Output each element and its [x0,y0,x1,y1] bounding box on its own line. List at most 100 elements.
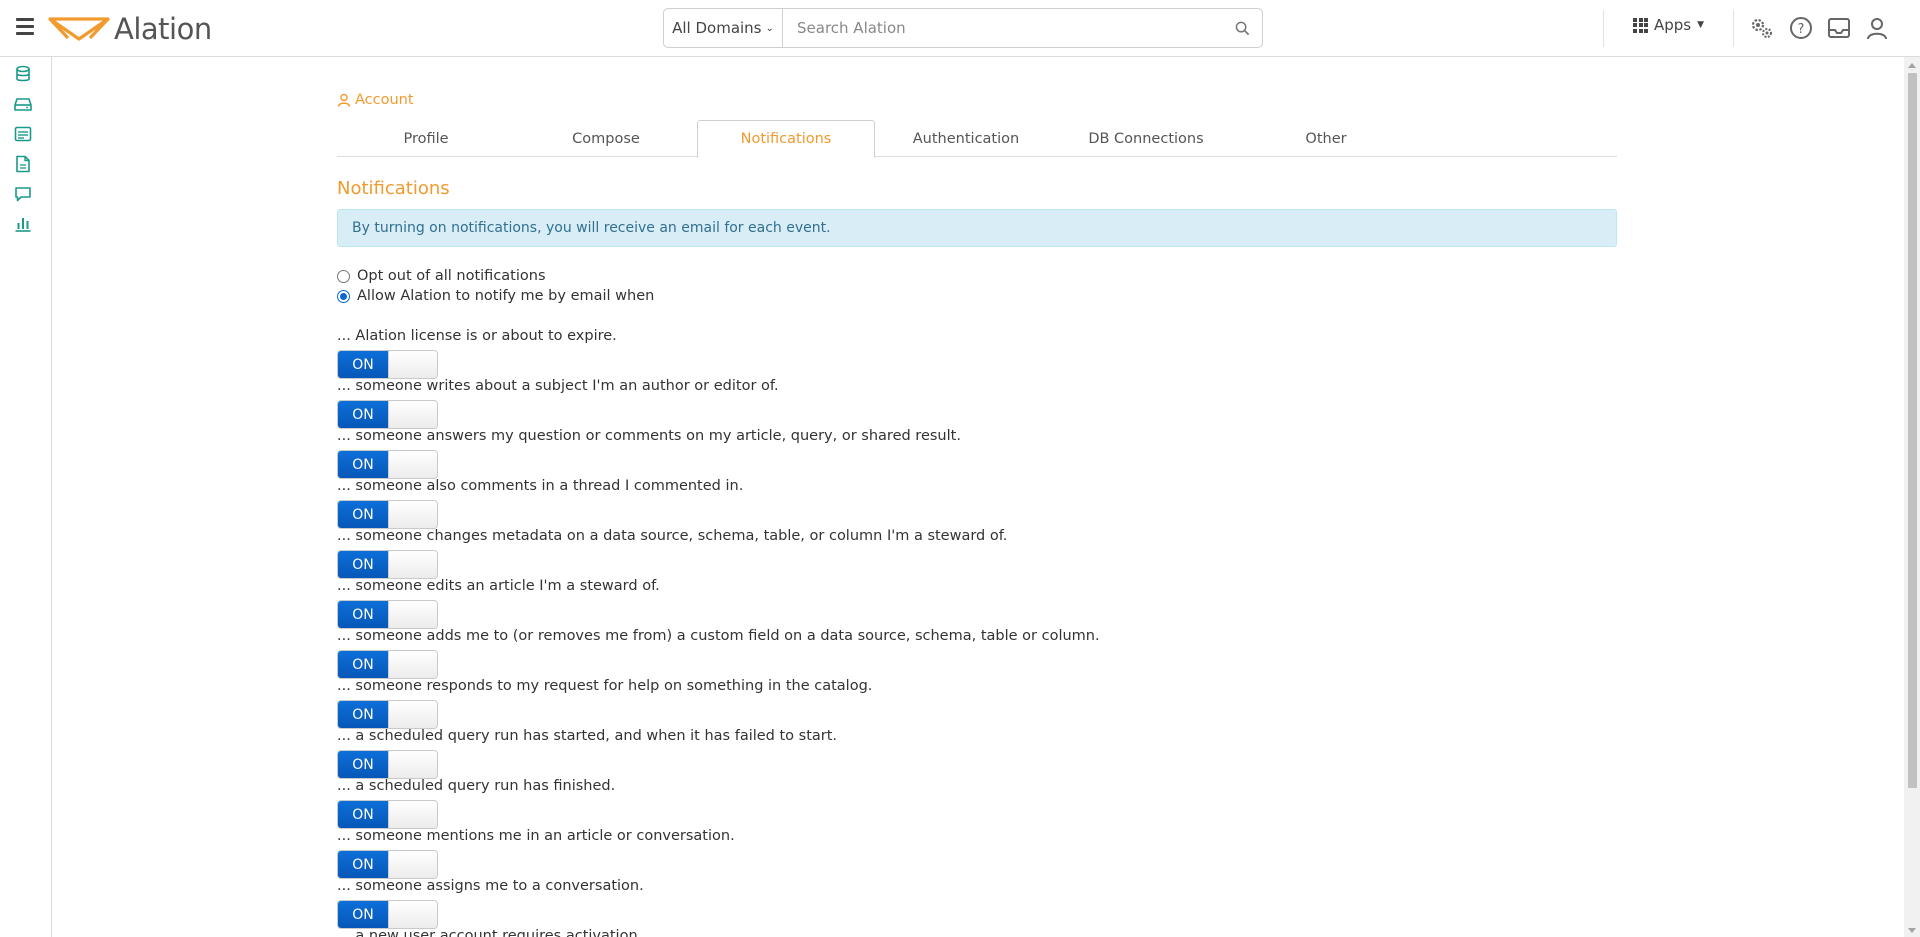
notification-toggle[interactable]: ON [337,800,438,829]
info-alert: By turning on notifications, you will re… [337,209,1617,247]
left-sidebar [0,57,52,937]
tab-authentication[interactable]: Authentication [877,120,1055,158]
toggle-on-label: ON [338,451,388,478]
toggle-handle [388,501,437,528]
document-icon[interactable] [14,155,32,173]
global-search: All Domains ⌄ [663,8,1263,48]
notification-toggle[interactable]: ON [337,750,438,779]
tab-compose[interactable]: Compose [517,120,695,158]
notification-label: ... someone edits an article I'm a stewa… [337,578,660,594]
toggle-on-label: ON [338,401,388,428]
tab-other[interactable]: Other [1237,120,1415,158]
breadcrumb-label: Account [355,92,414,108]
scroll-up-arrow-icon[interactable] [1908,63,1916,68]
menu-icon[interactable] [16,18,34,35]
storage-icon[interactable] [14,95,32,113]
toggle-handle [388,801,437,828]
notification-toggle[interactable]: ON [337,900,438,929]
alation-logo[interactable]: Alation [48,12,212,46]
account-tabs: Profile Compose Notifications Authentica… [337,120,1617,158]
toggle-on-label: ON [338,751,388,778]
navbar-divider [1603,10,1604,47]
tab-profile[interactable]: Profile [337,120,515,158]
notification-item: ... someone changes metadata on a data s… [337,527,1337,579]
chevron-down-icon: ⌄ [765,22,774,34]
apps-label: Apps [1654,16,1692,34]
notification-item: ... someone answers my question or comme… [337,427,1337,479]
alation-logo-mark-icon [48,17,110,41]
radio-label: Opt out of all notifications [357,268,546,284]
conversation-icon[interactable] [14,185,32,203]
info-alert-text: By turning on notifications, you will re… [352,220,831,236]
domain-select[interactable]: All Domains ⌄ [664,9,783,47]
help-icon[interactable]: ? [1787,14,1815,42]
breadcrumb-account[interactable]: Account [337,92,414,108]
notification-label: ... someone adds me to (or removes me fr… [337,628,1100,644]
radio-label: Allow Alation to notify me by email when [357,288,655,304]
notification-item: ... someone edits an article I'm a stewa… [337,577,1337,629]
apps-menu-button[interactable]: Apps ▼ [1633,16,1704,34]
toggle-handle [388,851,437,878]
notification-toggle[interactable]: ON [337,550,438,579]
scroll-down-arrow-icon[interactable] [1908,928,1916,933]
notification-label: ... Alation license is or about to expir… [337,328,617,344]
notification-toggle[interactable]: ON [337,850,438,879]
notification-toggle[interactable]: ON [337,350,438,379]
notification-label: ... someone also comments in a thread I … [337,478,744,494]
toggle-on-label: ON [338,651,388,678]
toggle-on-label: ON [338,851,388,878]
page-scrollbar[interactable] [1904,57,1920,937]
settings-gears-icon[interactable] [1748,14,1776,42]
notification-label: ... a scheduled query run has finished. [337,778,616,794]
notification-toggle[interactable]: ON [337,700,438,729]
notification-toggle[interactable]: ON [337,400,438,429]
notification-label: ... a new user account requires activati… [337,928,643,937]
search-icon[interactable] [1222,21,1262,36]
radio-opt-out[interactable]: Opt out of all notifications [337,268,546,284]
notification-item: ... someone responds to my request for h… [337,677,1337,729]
notification-toggle[interactable]: ON [337,450,438,479]
user-icon[interactable] [1863,14,1891,42]
notification-label: ... someone writes about a subject I'm a… [337,378,779,394]
notification-label: ... someone assigns me to a conversation… [337,878,644,894]
notification-label: ... a scheduled query run has started, a… [337,728,838,744]
toggle-handle [388,651,437,678]
radio-button-unchecked[interactable] [337,269,350,283]
notification-toggle[interactable]: ON [337,600,438,629]
radio-allow-email[interactable]: Allow Alation to notify me by email when [337,288,654,304]
toggle-handle [388,351,437,378]
apps-grid-icon [1633,17,1648,33]
toggle-on-label: ON [338,601,388,628]
notification-label: ... someone mentions me in an article or… [337,828,735,844]
radio-button-checked[interactable] [337,289,350,303]
logo-text: Alation [114,12,212,46]
notification-label: ... someone responds to my request for h… [337,678,873,694]
toggle-on-label: ON [338,701,388,728]
toggle-handle [388,601,437,628]
toggle-on-label: ON [338,901,388,928]
bar-chart-icon[interactable] [14,215,32,233]
notification-toggle[interactable]: ON [337,500,438,529]
tab-notifications[interactable]: Notifications [697,120,875,158]
toggle-on-label: ON [338,351,388,378]
scrollbar-thumb[interactable] [1908,73,1917,788]
notification-item: ... a scheduled query run has started, a… [337,727,1337,779]
section-title: Notifications [337,178,450,199]
notification-item: ... a new user account requires activati… [337,927,1337,937]
notification-item: ... someone adds me to (or removes me fr… [337,627,1337,679]
search-input[interactable] [783,9,1222,47]
tab-db-connections[interactable]: DB Connections [1057,120,1235,158]
toggle-on-label: ON [338,801,388,828]
top-navbar: Alation All Domains ⌄ Apps ▼ ? [0,0,1920,57]
toggle-handle [388,451,437,478]
notification-item: ... someone assigns me to a conversation… [337,877,1337,929]
notification-item: ... someone writes about a subject I'm a… [337,377,1337,429]
notification-toggle[interactable]: ON [337,650,438,679]
caret-down-icon: ▼ [1697,20,1705,30]
svg-text:?: ? [1798,22,1805,37]
database-icon[interactable] [14,65,32,83]
catalog-table-icon[interactable] [14,125,32,143]
inbox-icon[interactable] [1825,14,1853,42]
notification-item: ... a scheduled query run has finished. … [337,777,1337,829]
toggle-handle [388,551,437,578]
